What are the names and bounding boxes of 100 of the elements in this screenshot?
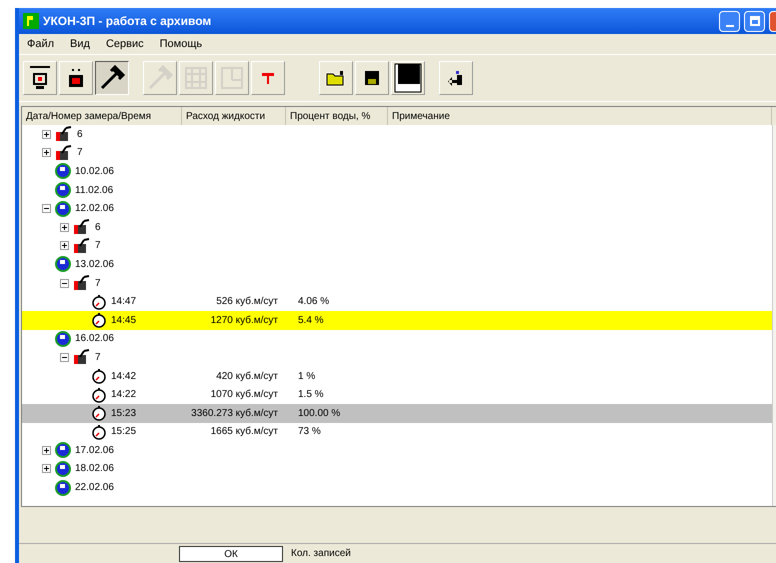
tree-label: 13.02.06 (75, 258, 114, 272)
tree-label: 7 (95, 350, 101, 365)
tree-label: 12.02.06 (75, 202, 114, 216)
tree-row[interactable]: 16.02.06 (22, 330, 772, 348)
tree-row[interactable]: 7 (22, 236, 772, 256)
window-title: УКОН-3П - работа с архивом (43, 13, 212, 30)
tree-row[interactable]: 6 (22, 125, 772, 144)
table-cell-text: 1665 куб.м/сут (210, 425, 279, 440)
globe-icon (55, 480, 71, 496)
column-header[interactable]: Примечание (388, 107, 772, 125)
tree-label: 14:22 (111, 388, 136, 402)
device-icon (29, 65, 51, 91)
chart-icon (73, 219, 91, 236)
maximize-button[interactable] (744, 10, 765, 32)
globe-icon (55, 163, 71, 180)
status-text: Кол. записей (290, 547, 351, 561)
folder-icon (326, 70, 346, 86)
collapse-icon[interactable] (60, 352, 69, 362)
column-header[interactable]: Дата/Номер замера/Время (22, 107, 182, 125)
tree-row[interactable]: 14:45 1270 куб.м/сут 5.4 % (22, 310, 772, 330)
tree-label: 15:23 (111, 406, 136, 421)
tree-row[interactable]: 14:22 1070 куб.м/сут 1.5 % (22, 385, 772, 404)
tree-label: 18.02.06 (75, 462, 114, 476)
tree-row[interactable]: 17.02.06 (22, 441, 772, 460)
expand-icon[interactable] (42, 130, 51, 139)
tree-row[interactable]: 7 (22, 348, 772, 367)
minimize-button[interactable] (719, 10, 740, 32)
tree-label: 7 (95, 239, 101, 254)
window-icon (394, 63, 422, 93)
column-header[interactable]: Расход жидкости (182, 107, 286, 125)
chart-icon (55, 126, 73, 142)
tree-row[interactable]: 14:42 420 куб.м/сут 1 % (22, 366, 772, 386)
tree-row[interactable]: 15:25 1665 куб.м/сут 73 % (22, 422, 772, 442)
tree-label: 16.02.06 (75, 332, 114, 346)
tree-row[interactable]: 18.02.06 (22, 460, 772, 478)
table-cell-text: 1070 куб.м/сут (210, 388, 279, 402)
tree-row[interactable]: 22.02.06 (22, 478, 772, 497)
tree-row[interactable]: 15:23 3360.273 куб.м/сут 100.00 % (22, 404, 772, 422)
tree-row[interactable]: 7 (22, 144, 772, 162)
status-panel: ОК (179, 546, 283, 562)
table-cell-text: 526 куб.м/сут (215, 295, 279, 310)
column-header[interactable]: Процент воды, % (286, 107, 388, 125)
tree-label: 14:47 (111, 295, 136, 310)
collapse-icon[interactable] (42, 204, 51, 214)
tree-label: 22.02.06 (75, 481, 114, 496)
grid-icon (184, 66, 208, 90)
menu-item[interactable]: Файл (27, 36, 54, 52)
clock-icon (91, 294, 107, 310)
menu-item[interactable]: Помощь (160, 36, 202, 52)
chart-icon (55, 144, 73, 161)
menu-item[interactable]: Сервис (106, 36, 144, 52)
globe-icon (55, 200, 71, 217)
clock-icon (91, 368, 107, 384)
floppy-icon (364, 70, 380, 86)
expand-icon[interactable] (60, 241, 69, 250)
table-cell-text: 5.4 % (297, 314, 325, 328)
globe-icon (55, 330, 71, 347)
tree-row[interactable]: 11.02.06 (22, 180, 772, 200)
table-cell-text: 420 куб.м/сут (215, 370, 279, 384)
frame-icon (220, 66, 244, 90)
tree-label: 7 (95, 276, 101, 291)
globe-icon (55, 460, 71, 477)
table-cell-text: 3360.273 куб.м/сут (190, 406, 279, 421)
tree-row[interactable]: 10.02.06 (22, 162, 772, 181)
tree-label: 6 (77, 128, 83, 142)
chart-icon (73, 349, 91, 366)
toolbar-button[interactable] (95, 61, 129, 95)
tree-row[interactable]: 7 (22, 274, 772, 292)
tree-label: 17.02.06 (75, 444, 114, 458)
table-cell-text: 4.06 % (297, 295, 330, 310)
clock-icon (91, 424, 107, 440)
globe-icon (55, 182, 71, 198)
table-cell-text: 1 % (297, 370, 316, 384)
globe-icon (55, 442, 71, 458)
tree-label: 10.02.06 (75, 164, 114, 179)
expand-icon[interactable] (42, 148, 51, 158)
expand-icon[interactable] (42, 464, 51, 474)
table-cell-text: 100.00 % (297, 406, 342, 421)
hammer-icon (99, 65, 125, 91)
table-cell-text: 1270 куб.м/сут (210, 314, 279, 328)
exit-icon (447, 70, 465, 86)
tree-row[interactable]: 13.02.06 (22, 255, 772, 274)
text-icon (261, 71, 275, 85)
clock-icon (91, 405, 107, 422)
tree-label: 15:25 (111, 425, 136, 440)
tree-row[interactable]: 6 (22, 218, 772, 237)
clock-icon (91, 386, 107, 403)
table-cell-text: 1.5 % (297, 388, 325, 402)
clock-icon (91, 312, 107, 328)
expand-icon[interactable] (42, 446, 51, 455)
app-icon (23, 13, 39, 29)
menu-item[interactable]: Вид (70, 36, 90, 52)
table-cell-text: 73 % (297, 425, 322, 440)
chart-icon (73, 238, 91, 254)
tree-label: 14:42 (111, 370, 136, 384)
tree-row[interactable]: 14:47 526 куб.м/сут 4.06 % (22, 292, 772, 311)
tree-label: 14:45 (111, 314, 136, 328)
collapse-icon[interactable] (60, 278, 69, 288)
tree-row[interactable]: 12.02.06 (22, 199, 772, 218)
expand-icon[interactable] (60, 222, 69, 232)
